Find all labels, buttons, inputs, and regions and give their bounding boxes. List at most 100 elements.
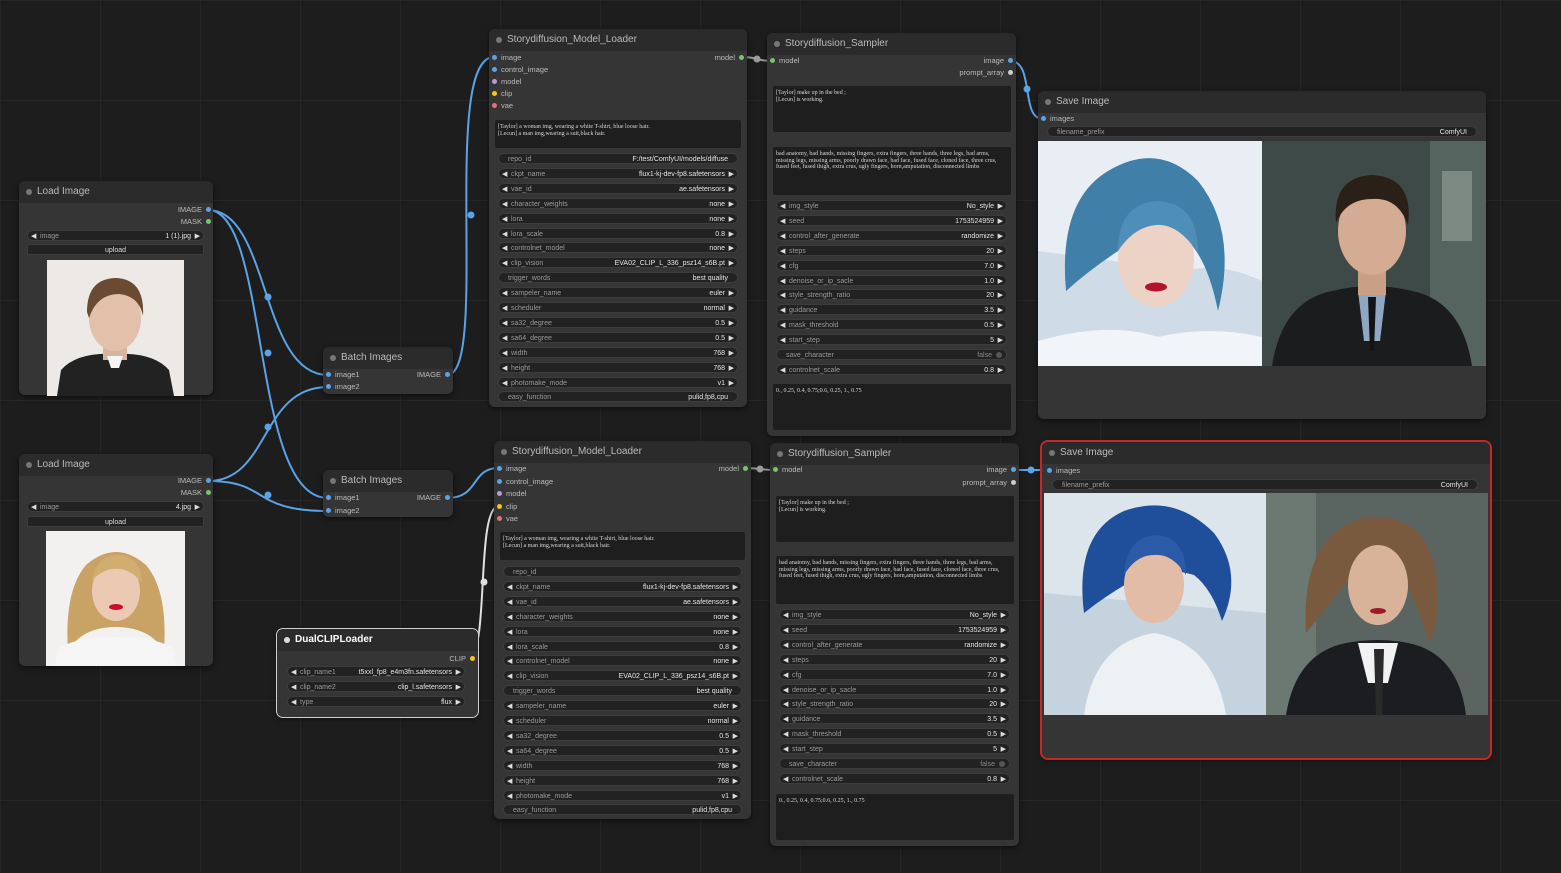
upload-button[interactable]: upload [27, 516, 204, 527]
widget-steps[interactable]: ◀ steps 20 ▶ [779, 653, 1010, 666]
widget-start-step[interactable]: ◀ start_step 5 ▶ [776, 334, 1007, 346]
right-arrow-icon[interactable]: ▶ [729, 333, 734, 344]
widget-mask-threshold[interactable]: ◀ mask_threshold 0.5 ▶ [776, 319, 1007, 331]
output-prompt-array[interactable]: prompt_array [962, 477, 1016, 489]
widget-character-weights[interactable]: ◀ character_weights none ▶ [498, 197, 738, 209]
right-arrow-icon[interactable]: ▶ [729, 243, 734, 254]
collapse-dot-icon[interactable] [26, 189, 32, 195]
clip-name2-select[interactable]: ◀ clip_name2 clip_l.safetensors ▶ [287, 681, 465, 692]
output-image[interactable]: IMAGE [417, 492, 450, 504]
collapse-dot-icon[interactable] [330, 478, 336, 484]
right-arrow-icon[interactable]: ▶ [998, 290, 1003, 301]
widget-steps[interactable]: ◀ steps 20 ▶ [776, 244, 1007, 257]
widget-vae-id[interactable]: ◀ vae_id ae.safetensors ▶ [503, 595, 742, 607]
widget-width[interactable]: ◀ width 768 ▶ [498, 346, 738, 358]
right-arrow-icon[interactable]: ▶ [998, 261, 1003, 272]
node-title[interactable]: Load Image [19, 454, 213, 476]
upload-button[interactable]: upload [27, 244, 204, 255]
widget-cfg[interactable]: ◀ cfg 7.0 ▶ [779, 668, 1010, 681]
left-arrow-icon[interactable]: ◀ [507, 761, 512, 772]
right-arrow-icon[interactable]: ▶ [733, 716, 738, 727]
pin-icon[interactable] [497, 491, 502, 496]
output-mask[interactable]: MASK [181, 216, 211, 228]
right-arrow-icon[interactable]: ▶ [195, 231, 200, 242]
scene-prompt-textarea[interactable]: [Taylor] make up in the bed ; [Lecun] is… [773, 86, 1011, 132]
pin-icon[interactable] [497, 466, 502, 471]
pin-icon[interactable] [770, 58, 775, 63]
filename-prefix-input[interactable]: filename_prefix ComfyUI [1052, 479, 1478, 490]
left-arrow-icon[interactable]: ◀ [502, 258, 507, 269]
left-arrow-icon[interactable]: ◀ [507, 791, 512, 802]
right-arrow-icon[interactable]: ▶ [1001, 670, 1006, 681]
input-clip[interactable]: clip [497, 501, 517, 513]
node-title[interactable]: Storydiffusion_Model_Loader [494, 441, 751, 463]
left-arrow-icon[interactable]: ◀ [507, 582, 512, 593]
right-arrow-icon[interactable]: ▶ [729, 169, 734, 180]
left-arrow-icon[interactable]: ◀ [507, 612, 512, 623]
output-image[interactable]: image [987, 464, 1016, 476]
widget-mask-threshold[interactable]: ◀ mask_threshold 0.5 ▶ [779, 728, 1010, 740]
left-arrow-icon[interactable]: ◀ [783, 655, 788, 666]
widget-control-after-generate[interactable]: ◀ control_after_generate randomize ▶ [776, 229, 1007, 241]
pin-icon[interactable] [492, 55, 497, 60]
input-model[interactable]: model [497, 488, 526, 500]
toggle-icon[interactable] [999, 761, 1005, 767]
widget-style-strength-ratio[interactable]: ◀ style_strength_ratio 20 ▶ [779, 698, 1010, 710]
widget-height[interactable]: ◀ height 768 ▶ [498, 361, 738, 373]
right-arrow-icon[interactable]: ▶ [1001, 729, 1006, 740]
left-arrow-icon[interactable]: ◀ [507, 716, 512, 727]
widget-img-style[interactable]: ◀ img_style No_style ▶ [779, 609, 1010, 620]
character-prompt-textarea[interactable]: [Taylor] a woman img, wearing a white T-… [495, 120, 741, 148]
input-image2[interactable]: image2 [326, 381, 360, 393]
right-arrow-icon[interactable]: ▶ [195, 502, 200, 513]
left-arrow-icon[interactable]: ◀ [291, 667, 296, 678]
collapse-dot-icon[interactable] [1049, 450, 1055, 456]
left-arrow-icon[interactable]: ◀ [783, 714, 788, 725]
character-prompt-textarea[interactable]: [Taylor] a woman img, wearing a white T-… [500, 532, 745, 560]
widget-style-strength-ratio[interactable]: ◀ style_strength_ratio 20 ▶ [776, 289, 1007, 301]
pin-icon[interactable] [1047, 468, 1052, 473]
model-loader-node-2[interactable]: Storydiffusion_Model_Loader image contro… [494, 441, 751, 819]
output-model[interactable]: model [715, 52, 744, 64]
right-arrow-icon[interactable]: ▶ [456, 667, 461, 678]
left-arrow-icon[interactable]: ◀ [780, 320, 785, 331]
node-title[interactable]: Save Image [1038, 91, 1486, 113]
left-arrow-icon[interactable]: ◀ [502, 169, 507, 180]
negative-prompt-textarea[interactable]: bad anatomy, bad hands, missing fingers,… [776, 556, 1014, 604]
node-title[interactable]: Save Image [1042, 442, 1490, 464]
left-arrow-icon[interactable]: ◀ [507, 776, 512, 787]
toggle-icon[interactable] [996, 352, 1002, 358]
widget-cfg[interactable]: ◀ cfg 7.0 ▶ [776, 259, 1007, 272]
image-select[interactable]: ◀ image 4.jpg ▶ [27, 501, 204, 512]
left-arrow-icon[interactable]: ◀ [780, 276, 785, 287]
save-image-node-1[interactable]: Save Image images filename_prefix ComfyUI [1038, 91, 1486, 419]
right-arrow-icon[interactable]: ▶ [998, 246, 1003, 257]
right-arrow-icon[interactable]: ▶ [998, 365, 1003, 376]
input-image1[interactable]: image1 [326, 369, 360, 381]
output-prompt-array[interactable]: prompt_array [959, 67, 1013, 79]
input-control-image[interactable]: control_image [492, 64, 548, 76]
widget-denoise-or-ip-sacle[interactable]: ◀ denoise_or_ip_sacle 1.0 ▶ [779, 683, 1010, 695]
right-arrow-icon[interactable]: ▶ [729, 288, 734, 299]
right-arrow-icon[interactable]: ▶ [456, 682, 461, 693]
right-arrow-icon[interactable]: ▶ [733, 612, 738, 623]
pin-icon[interactable] [492, 91, 497, 96]
widget-seed[interactable]: ◀ seed 1753524959 ▶ [776, 214, 1007, 226]
input-image1[interactable]: image1 [326, 492, 360, 504]
node-title[interactable]: Batch Images [323, 470, 453, 492]
collapse-dot-icon[interactable] [774, 41, 780, 47]
right-arrow-icon[interactable]: ▶ [1001, 744, 1006, 755]
collapse-dot-icon[interactable] [501, 449, 507, 455]
right-arrow-icon[interactable]: ▶ [998, 335, 1003, 346]
left-arrow-icon[interactable]: ◀ [502, 303, 507, 314]
widget-trigger-words[interactable]: trigger_words best quality [503, 685, 742, 697]
left-arrow-icon[interactable]: ◀ [783, 670, 788, 681]
image-layout-textarea[interactable]: 0., 0.25, 0.4, 0.75;0.6, 0.25, 1., 0.75 [776, 794, 1014, 840]
right-arrow-icon[interactable]: ▶ [733, 761, 738, 772]
model-loader-node-1[interactable]: Storydiffusion_Model_Loader image contro… [489, 29, 747, 407]
left-arrow-icon[interactable]: ◀ [502, 229, 507, 240]
pin-icon[interactable] [492, 79, 497, 84]
widget-controlnet-model[interactable]: ◀ controlnet_model none ▶ [503, 655, 742, 667]
output-image[interactable]: IMAGE [417, 369, 450, 381]
right-arrow-icon[interactable]: ▶ [998, 305, 1003, 316]
